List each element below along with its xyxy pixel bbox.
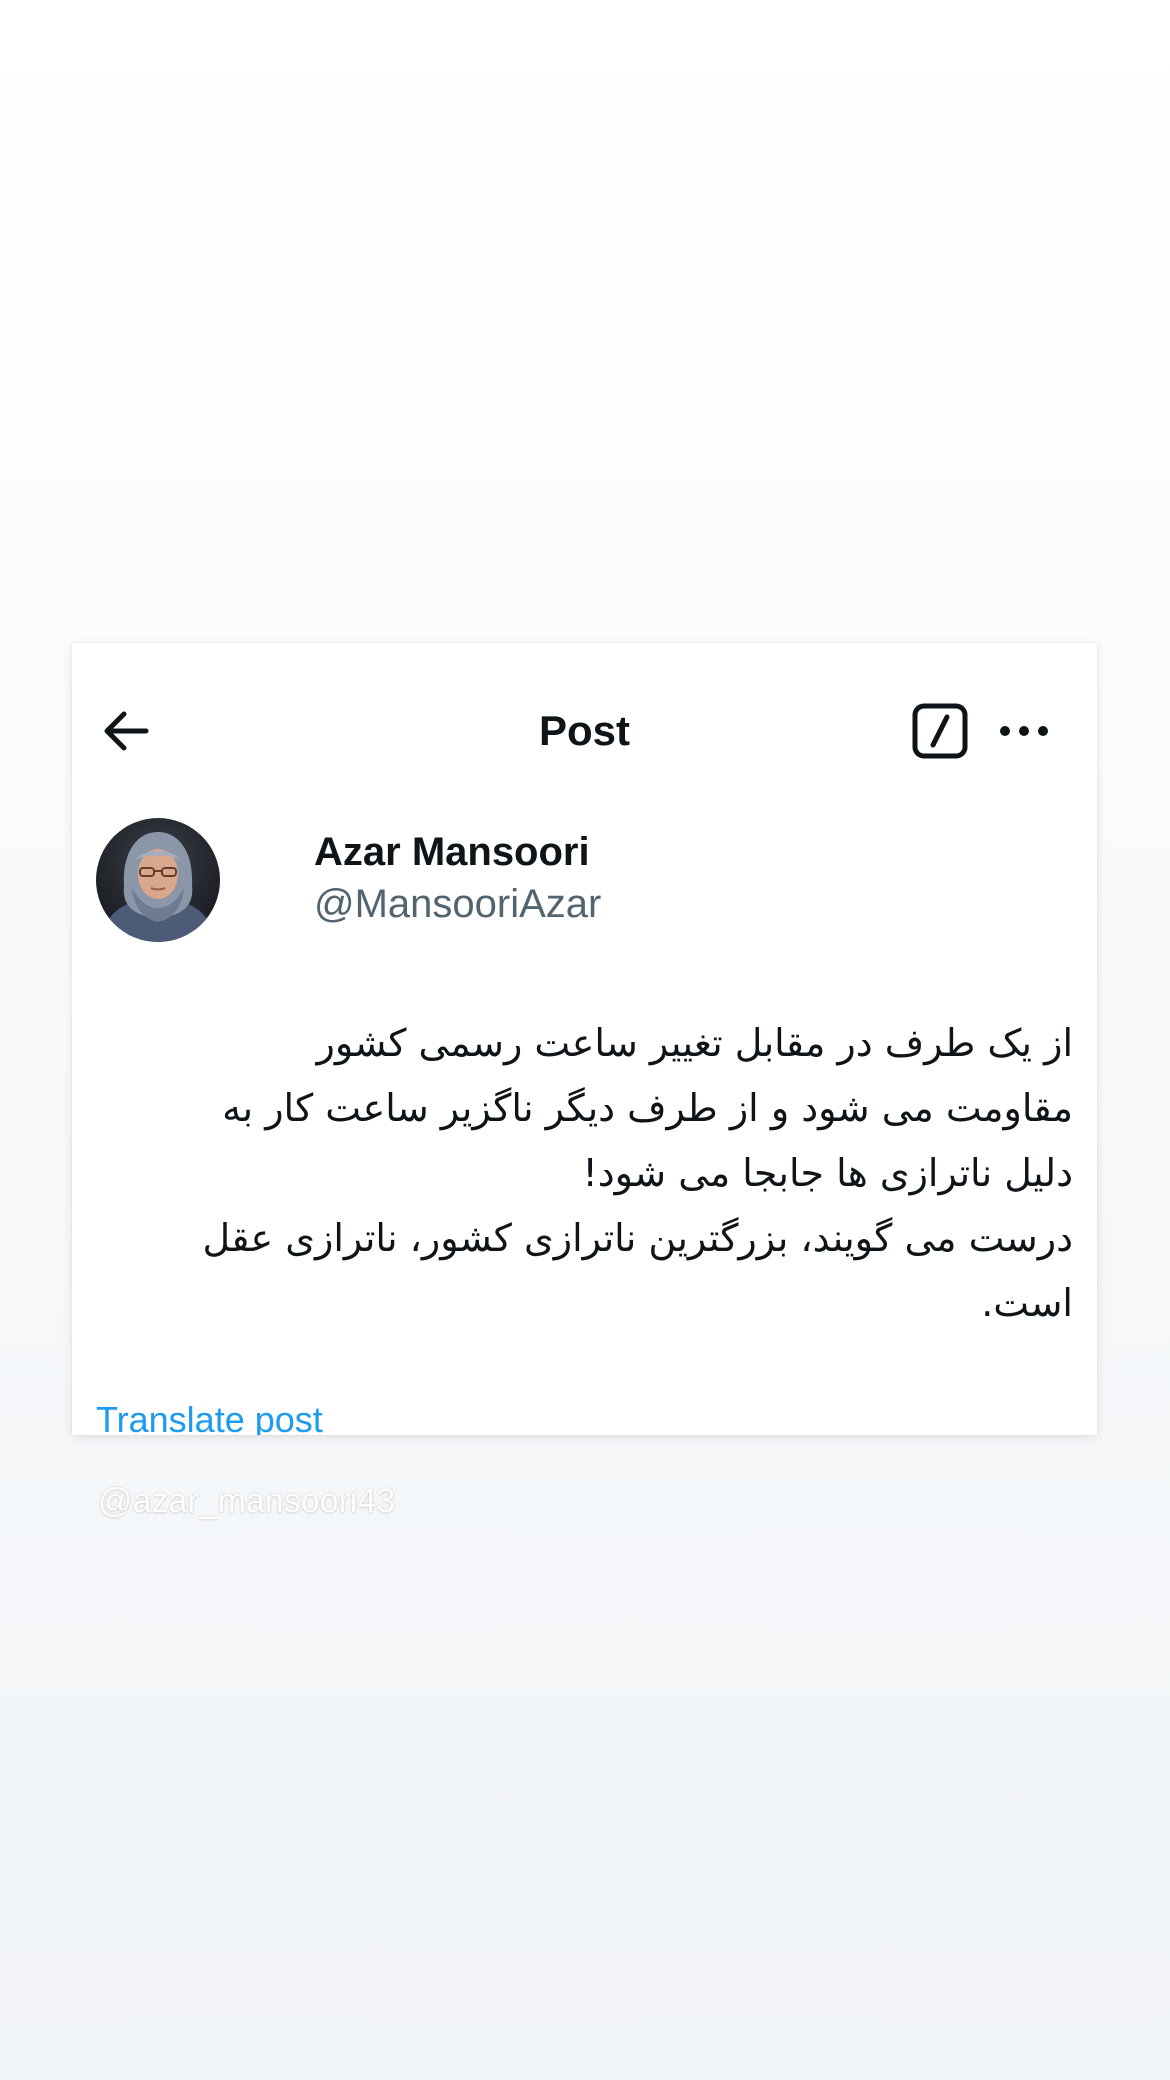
post-text: از یک طرف در مقابل تغییر ساعت رسمی کشور … xyxy=(122,1011,1073,1336)
translate-post-link[interactable]: Translate post xyxy=(96,1399,323,1435)
post-text-line: مقاومت می شود و از طرف دیگر ناگزیر ساعت … xyxy=(222,1086,1073,1130)
watermark-username: @azar_mansoori43 xyxy=(98,1482,396,1520)
post-text-line: است. xyxy=(981,1281,1073,1325)
post-author: Azar Mansoori @MansooriAzar xyxy=(96,818,996,948)
post-text-line: از یک طرف در مقابل تغییر ساعت رسمی کشور xyxy=(316,1021,1073,1065)
grok-slash-icon xyxy=(912,703,968,759)
grok-button[interactable] xyxy=(910,701,970,761)
more-options-button[interactable] xyxy=(994,701,1054,761)
author-display-name[interactable]: Azar Mansoori xyxy=(314,830,590,875)
avatar-photo xyxy=(96,818,220,942)
post-text-line: دلیل ناترازی ها جابجا می شود! xyxy=(582,1151,1073,1195)
author-avatar[interactable] xyxy=(96,818,220,942)
top-navigation-bar: Post xyxy=(72,643,1097,813)
author-handle[interactable]: @MansooriAzar xyxy=(314,882,601,927)
post-text-line: درست می گویند، بزرگترین ناترازی کشور، نا… xyxy=(202,1216,1073,1260)
post-card: Post Azar Mansoori @MansooriAzar از یک ط… xyxy=(72,643,1097,1435)
more-horizontal-icon xyxy=(1000,726,1048,736)
